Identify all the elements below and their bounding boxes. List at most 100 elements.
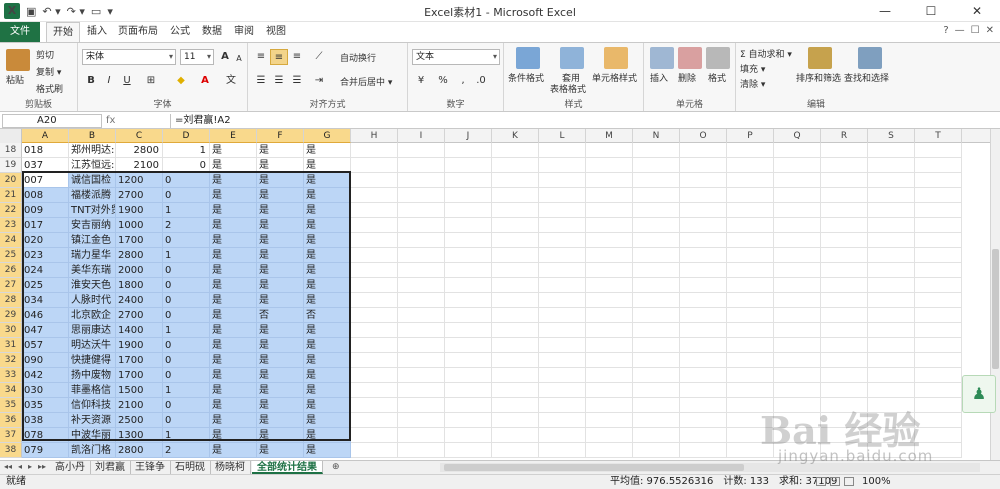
empty-cell[interactable]: [868, 353, 915, 368]
empty-cell[interactable]: [492, 353, 539, 368]
empty-cell[interactable]: [774, 203, 821, 218]
cell-g[interactable]: 是: [304, 443, 351, 458]
empty-cell[interactable]: [868, 413, 915, 428]
column-header-s[interactable]: S: [868, 129, 915, 143]
name-box[interactable]: A20: [2, 114, 102, 128]
workbook-close-button[interactable]: ✕: [986, 25, 994, 36]
italic-button[interactable]: I: [100, 73, 118, 89]
table-format-icon[interactable]: [560, 47, 584, 69]
row-header[interactable]: 31: [0, 338, 22, 353]
empty-cell[interactable]: [445, 263, 492, 278]
empty-cell[interactable]: [680, 308, 727, 323]
empty-cell[interactable]: [680, 173, 727, 188]
cell-a[interactable]: 008: [22, 188, 69, 203]
empty-cell[interactable]: [539, 188, 586, 203]
empty-cell[interactable]: [821, 248, 868, 263]
empty-cell[interactable]: [821, 353, 868, 368]
empty-cell[interactable]: [915, 158, 962, 173]
sheet-tab[interactable]: 王锋争: [130, 461, 171, 474]
empty-cell[interactable]: [398, 368, 445, 383]
column-header-e[interactable]: E: [210, 129, 257, 143]
cell-b[interactable]: 信仰科技: [69, 398, 116, 413]
cell-e[interactable]: 是: [210, 413, 257, 428]
cell-e[interactable]: 是: [210, 173, 257, 188]
empty-cell[interactable]: [915, 293, 962, 308]
empty-cell[interactable]: [915, 368, 962, 383]
empty-cell[interactable]: [868, 263, 915, 278]
empty-cell[interactable]: [351, 323, 398, 338]
empty-cell[interactable]: [398, 353, 445, 368]
cell-g[interactable]: 是: [304, 278, 351, 293]
tab-insert[interactable]: 插入: [82, 22, 112, 42]
empty-cell[interactable]: [492, 383, 539, 398]
cell-c[interactable]: 2500: [116, 413, 163, 428]
cell-d[interactable]: 0: [163, 338, 210, 353]
wrap-text-button[interactable]: 自动换行: [340, 51, 376, 64]
cell-g[interactable]: 是: [304, 188, 351, 203]
comma-button[interactable]: ‚: [454, 73, 472, 89]
empty-cell[interactable]: [398, 293, 445, 308]
empty-cell[interactable]: [351, 143, 398, 158]
zoom-level[interactable]: 100%: [862, 475, 891, 489]
empty-cell[interactable]: [586, 428, 633, 443]
empty-cell[interactable]: [868, 143, 915, 158]
empty-cell[interactable]: [915, 323, 962, 338]
paste-button[interactable]: 粘贴: [6, 73, 24, 86]
empty-cell[interactable]: [680, 188, 727, 203]
cell-d[interactable]: 0: [163, 368, 210, 383]
empty-cell[interactable]: [492, 278, 539, 293]
clear-button[interactable]: 清除 ▾: [740, 77, 765, 90]
empty-cell[interactable]: [727, 413, 774, 428]
row-header[interactable]: 25: [0, 248, 22, 263]
conditional-format-button[interactable]: 条件格式: [508, 71, 544, 84]
cell-e[interactable]: 是: [210, 233, 257, 248]
delete-cells-button[interactable]: 删除: [678, 71, 696, 84]
currency-button[interactable]: ¥: [412, 73, 430, 89]
empty-cell[interactable]: [727, 203, 774, 218]
empty-cell[interactable]: [727, 248, 774, 263]
empty-cell[interactable]: [774, 443, 821, 458]
empty-cell[interactable]: [680, 143, 727, 158]
empty-cell[interactable]: [351, 263, 398, 278]
empty-cell[interactable]: [915, 383, 962, 398]
cell-c[interactable]: 2800: [116, 443, 163, 458]
empty-cell[interactable]: [727, 263, 774, 278]
orientation-icon[interactable]: ⟋: [310, 49, 328, 65]
sheet-tab-active[interactable]: 全部统计结果: [252, 461, 323, 474]
empty-cell[interactable]: [539, 413, 586, 428]
empty-cell[interactable]: [445, 353, 492, 368]
cell-f[interactable]: 是: [257, 398, 304, 413]
sheet-tab[interactable]: 石明砚: [170, 461, 211, 474]
cell-g[interactable]: 是: [304, 203, 351, 218]
empty-cell[interactable]: [586, 248, 633, 263]
empty-cell[interactable]: [821, 308, 868, 323]
empty-cell[interactable]: [774, 323, 821, 338]
cell-d[interactable]: 0: [163, 188, 210, 203]
empty-cell[interactable]: [539, 443, 586, 458]
empty-cell[interactable]: [915, 278, 962, 293]
empty-cell[interactable]: [492, 368, 539, 383]
cell-d[interactable]: 0: [163, 308, 210, 323]
empty-cell[interactable]: [915, 308, 962, 323]
cell-d[interactable]: 0: [163, 353, 210, 368]
empty-cell[interactable]: [539, 338, 586, 353]
empty-cell[interactable]: [445, 443, 492, 458]
cell-e[interactable]: 是: [210, 308, 257, 323]
page-layout-view-icon[interactable]: [830, 477, 840, 486]
empty-cell[interactable]: [586, 278, 633, 293]
cell-a[interactable]: 037: [22, 158, 69, 173]
cell-d[interactable]: 0: [163, 263, 210, 278]
cell-e[interactable]: 是: [210, 368, 257, 383]
cell-c[interactable]: 1500: [116, 383, 163, 398]
cell-f[interactable]: 是: [257, 383, 304, 398]
tab-file[interactable]: 文件: [0, 22, 40, 42]
empty-cell[interactable]: [398, 413, 445, 428]
cell-c[interactable]: 2700: [116, 308, 163, 323]
cell-a[interactable]: 020: [22, 233, 69, 248]
empty-cell[interactable]: [915, 233, 962, 248]
empty-cell[interactable]: [351, 203, 398, 218]
empty-cell[interactable]: [445, 368, 492, 383]
row-header[interactable]: 36: [0, 413, 22, 428]
cell-b[interactable]: 诚信国检: [69, 173, 116, 188]
cell-a[interactable]: 079: [22, 443, 69, 458]
